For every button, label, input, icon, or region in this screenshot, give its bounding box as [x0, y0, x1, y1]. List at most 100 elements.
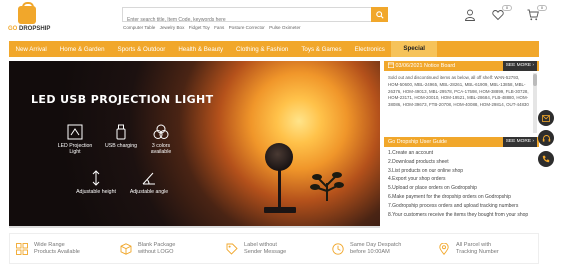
category-nav: New Arrival Home & Garden Sports & Outdo… — [9, 41, 539, 57]
feature-line: without LOGO — [138, 249, 174, 255]
feature-label: 3 colors available — [150, 143, 172, 155]
feature-line: Blank Package — [138, 242, 176, 248]
guide-step: 6.Make payment for the dropship orders o… — [388, 193, 511, 200]
guide-step: 1.Create an account — [388, 150, 434, 156]
feature-blank-package: Blank Package without LOGO — [120, 242, 175, 256]
nav-item-electronics[interactable]: Electronics — [348, 46, 391, 53]
lamp-image — [265, 143, 293, 171]
height-arrows-icon — [87, 169, 105, 187]
notice-date: 03/06/2021 — [395, 63, 423, 69]
user-icon — [465, 9, 475, 21]
headset-icon — [542, 134, 550, 142]
guide-step: 2.Download products sheet — [388, 158, 449, 165]
lamp-base — [264, 207, 296, 213]
notice-see-more-button[interactable]: SEE MORE › — [502, 61, 537, 71]
feature-wide-range: Wide Range Products Available — [16, 242, 80, 256]
search-icon — [375, 10, 384, 19]
projector-icon — [66, 123, 84, 141]
feature-line: All Parcel with — [456, 242, 492, 248]
hot-search-link[interactable]: Fidget Toy — [189, 25, 210, 30]
user-guide-header: Go Dropship User Guide SEE MORE › — [384, 137, 539, 147]
nav-item-home-garden[interactable]: Home & Garden — [53, 46, 111, 53]
guide-see-more-button[interactable]: SEE MORE › — [502, 137, 537, 147]
feature-label-without-sender: Label without Sender Message — [226, 242, 286, 256]
hot-search-link[interactable]: Computer Table — [123, 25, 155, 30]
hero-banner[interactable]: LED USB PROJECTION LIGHT LED Projection … — [9, 61, 380, 226]
nav-item-new-arrival[interactable]: New Arrival — [9, 46, 53, 53]
notice-title: Notice Board — [423, 63, 456, 69]
location-pin-icon — [439, 243, 449, 255]
guide-step: 4.Export your shop orders — [388, 176, 446, 183]
nav-item-toys-games[interactable]: Toys & Games — [295, 46, 348, 53]
cart-button[interactable]: 0 — [527, 5, 547, 26]
logo-text: GO DROPSHIP — [8, 26, 51, 32]
service-features-bar: Wide Range Products Available Blank Packa… — [9, 233, 539, 264]
feature-line: Products Available — [34, 249, 80, 255]
search-bar — [122, 7, 388, 27]
wishlist-count-badge: 0 — [502, 5, 512, 11]
cart-icon — [527, 9, 539, 21]
feature-projection: LED Projection Light — [55, 123, 95, 155]
feature-usb: USB charging — [101, 123, 141, 149]
lamp-stem — [278, 169, 281, 209]
account-button[interactable] — [464, 8, 476, 26]
envelope-icon — [542, 114, 550, 122]
feature-label: USB charging — [104, 143, 137, 149]
box-icon — [120, 243, 132, 255]
plant-image — [310, 172, 344, 201]
feature-line: Wide Range — [34, 242, 65, 248]
feature-line: before 10:00AM — [350, 249, 390, 255]
search-button[interactable] — [371, 7, 388, 22]
feature-tracking-number: All Parcel with Tracking Number — [438, 242, 499, 256]
nav-item-sports-outdoor[interactable]: Sports & Outdoor — [111, 46, 172, 53]
email-button[interactable] — [538, 110, 554, 126]
wishlist-button[interactable]: 0 — [492, 5, 512, 26]
phone-icon — [542, 155, 550, 163]
feature-colors: 3 colors available — [141, 123, 181, 155]
nav-item-health-beauty[interactable]: Health & Beauty — [172, 46, 230, 53]
banner-title: LED USB PROJECTION LIGHT — [31, 93, 214, 106]
calendar-icon — [388, 62, 395, 69]
feature-label: Adjustable height — [76, 189, 116, 195]
angle-icon — [140, 169, 158, 187]
hot-search-link[interactable]: Posture Corrector — [229, 25, 265, 30]
usb-icon — [112, 123, 130, 141]
guide-step: 3.List products on our online shop — [388, 167, 464, 174]
clock-icon — [332, 243, 344, 255]
feature-line: Tracking Number — [456, 249, 499, 255]
notice-scrollbar[interactable] — [533, 73, 537, 133]
hot-search-link[interactable]: Jewelry Box — [160, 25, 185, 30]
label-tag-icon — [226, 243, 238, 255]
nav-item-special[interactable]: Special — [391, 41, 437, 57]
guide-step: 7.Godropship process orders and upload t… — [388, 202, 519, 209]
notice-board-header: 03/06/2021 Notice Board SEE MORE › — [384, 61, 539, 71]
feature-same-day-despatch: Same Day Despatch before 10:00AM — [332, 242, 401, 256]
site-logo[interactable]: GO DROPSHIP — [8, 2, 51, 34]
feature-line: Label without — [244, 242, 277, 248]
scrollbar-thumb[interactable] — [533, 74, 537, 86]
feature-label: LED Projection Light — [57, 143, 93, 155]
color-circles-icon — [152, 123, 170, 141]
feature-angle: Adjustable angle — [129, 169, 169, 195]
notice-text: Sold out and discontinued items as below… — [388, 75, 529, 108]
grid-icon — [16, 243, 28, 255]
shopping-bag-icon — [18, 2, 36, 24]
hot-search-link[interactable]: Fans — [214, 25, 224, 30]
feature-line: Sender Message — [244, 249, 287, 255]
heart-icon — [492, 10, 504, 21]
hot-search-link[interactable]: Pulse Oximeter — [269, 25, 300, 30]
page: GO DROPSHIP Computer Table Jewelry Box F… — [0, 0, 564, 278]
hot-search-list: Computer Table Jewelry Box Fidget Toy Fa… — [123, 25, 304, 30]
feature-label: Adjustable angle — [129, 189, 169, 195]
feature-line: Same Day Despatch — [350, 242, 402, 248]
support-button[interactable] — [538, 130, 554, 146]
phone-button[interactable] — [538, 151, 554, 167]
nav-item-clothing-fashion[interactable]: Clothing & Fashion — [230, 46, 295, 53]
banner-progress-bar — [9, 226, 380, 228]
guide-step: 8.Your customers receive the items they … — [388, 211, 529, 218]
user-guide-steps: 1.Create an account 2.Download products … — [384, 149, 539, 227]
feature-height: Adjustable height — [76, 169, 116, 195]
user-guide-title: Go Dropship User Guide — [388, 139, 448, 145]
guide-step: 5.Upload or place orders on Godropship — [388, 185, 477, 192]
cart-count-badge: 0 — [537, 5, 547, 11]
